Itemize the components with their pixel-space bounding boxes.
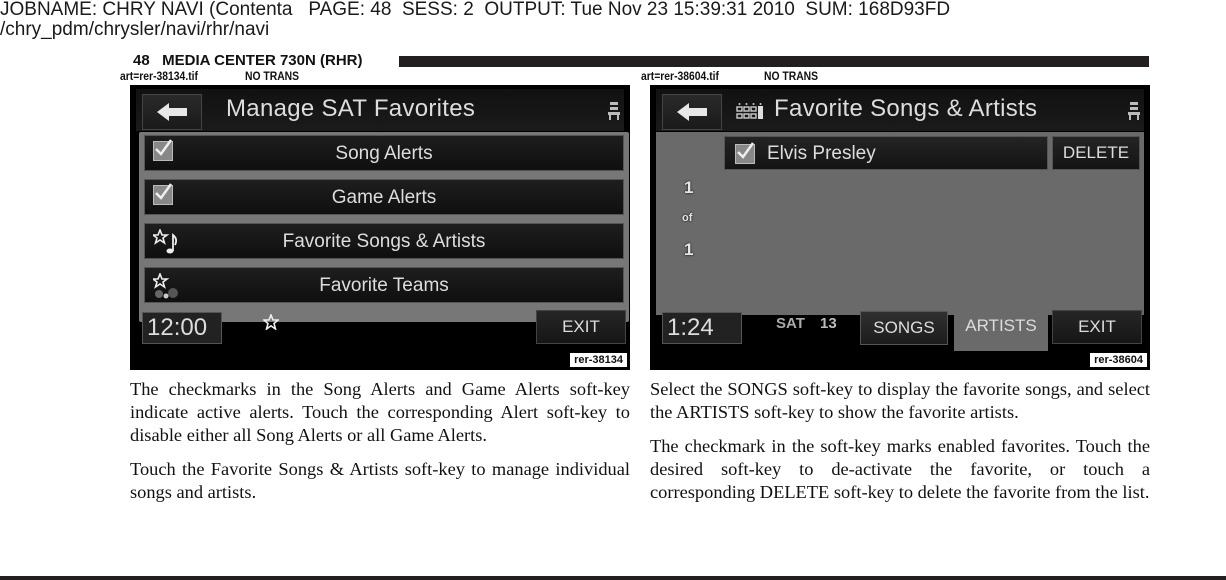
source-label: SAT	[776, 315, 805, 332]
favorite-teams-button[interactable]: Favorite Teams	[144, 267, 624, 303]
body-text-left: The checkmarks in the Song Alerts and Ga…	[130, 378, 630, 515]
running-head-rule	[399, 56, 1149, 67]
menu-item-label: Game Alerts	[331, 187, 437, 208]
art-file-label-2: art=rer-38604.tif	[641, 71, 719, 83]
star-icon	[263, 314, 279, 330]
seat-icon	[1128, 102, 1140, 120]
arrow-left-icon	[157, 103, 187, 121]
exit-button[interactable]: EXIT	[536, 310, 626, 344]
song-alerts-button[interactable]: Song Alerts	[144, 135, 624, 171]
pager-of: of	[682, 212, 693, 224]
bottom-bar: 1:24 SAT 13 SONGS ARTISTS EXIT	[650, 307, 1150, 351]
paragraph: Select the SONGS soft-key to display the…	[650, 379, 1150, 422]
menu-item-label: Favorite Songs & Artists	[282, 231, 486, 252]
favorites-list-area: Elvis Presley DELETE 1 of 1	[656, 132, 1144, 315]
screen-manage-sat-favorites: Manage SAT Favorites Song Alerts Game Al…	[130, 85, 630, 370]
art-note-2: NO TRANS	[764, 71, 819, 83]
clock-display: 1:24	[662, 312, 742, 344]
clock-display: 12:00	[142, 312, 222, 344]
menu-item-label: Favorite Teams	[319, 275, 449, 296]
back-button[interactable]	[662, 94, 722, 130]
tab-songs[interactable]: SONGS	[860, 311, 948, 345]
title-bar: Favorite Songs & Artists	[656, 89, 1144, 131]
footer-rule	[0, 576, 1226, 580]
paragraph: The checkmarks in the Song Alerts and Ga…	[130, 379, 630, 445]
job-header-line-1: JOBNAME: CHRY NAVI (Contenta PAGE: 48 SE…	[0, 0, 951, 20]
art-note-1: NO TRANS	[245, 71, 300, 83]
screen-title: Manage SAT Favorites	[226, 95, 476, 122]
list-item[interactable]: Elvis Presley	[724, 136, 1048, 170]
job-header-line-2: /chry_pdm/chrysler/navi/rhr/navi	[0, 19, 270, 40]
arrow-left-icon	[677, 103, 707, 121]
pager-current: 1	[684, 178, 694, 197]
running-head: 48 MEDIA CENTER 730N (RHR)	[133, 52, 363, 69]
delete-button[interactable]: DELETE	[1052, 136, 1140, 170]
bottom-bar: 12:00 EXIT	[130, 307, 630, 347]
paragraph: Touch the Favorite Songs & Artists soft-…	[130, 459, 630, 502]
menu-item-label: Song Alerts	[335, 143, 433, 164]
list-item-label: Elvis Presley	[767, 143, 876, 164]
tab-artists[interactable]: ARTISTS	[954, 307, 1048, 351]
seat-icon	[608, 102, 620, 120]
body-text-right: Select the SONGS soft-key to display the…	[650, 378, 1150, 515]
channel-number: 13	[820, 315, 837, 332]
exit-button[interactable]: EXIT	[1052, 310, 1142, 344]
figure-tag: rer-38134	[570, 353, 627, 367]
screen-title: Favorite Songs & Artists	[774, 95, 1038, 122]
favorites-menu: Song Alerts Game Alerts Favorite Songs &…	[139, 132, 629, 322]
favorite-songs-artists-button[interactable]: Favorite Songs & Artists	[144, 223, 624, 259]
game-alerts-button[interactable]: Game Alerts	[144, 179, 624, 215]
art-file-label-1: art=rer-38134.tif	[120, 71, 198, 83]
title-bar: Manage SAT Favorites	[136, 89, 624, 131]
pager-total: 1	[684, 240, 694, 259]
screen-favorite-songs-artists: Favorite Songs & Artists Elvis Presley D…	[650, 85, 1150, 370]
paragraph: The checkmark in the soft-key marks enab…	[650, 436, 1150, 502]
back-button[interactable]	[142, 94, 202, 130]
checkbox-checked-icon[interactable]	[735, 142, 755, 164]
figure-tag: rer-38604	[1090, 353, 1147, 367]
song-list-icon	[736, 103, 763, 119]
